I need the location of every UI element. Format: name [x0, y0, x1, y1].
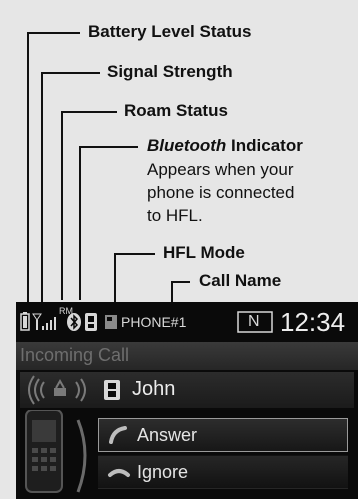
ignore-label: Ignore: [137, 462, 189, 482]
phone-name-icon: [105, 315, 117, 329]
answer-button[interactable]: Answer: [98, 418, 348, 452]
bluetooth-leader: [79, 146, 138, 300]
answer-icon: [109, 426, 127, 444]
hfl-mode-icon: [85, 313, 97, 331]
bluetooth-desc-line-1: Appears when your: [147, 160, 294, 179]
caller-name: John: [132, 378, 176, 400]
diagram-frame: Battery Level Status Signal Strength Roa…: [0, 0, 358, 499]
incoming-call-header: Incoming Call: [20, 345, 130, 365]
roam-label: Roam Status: [124, 101, 228, 120]
bluetooth-label-rest: Indicator: [226, 136, 303, 155]
roam-leader: [61, 111, 117, 300]
bluetooth-label: Bluetooth Indicator: [147, 136, 303, 156]
hfl-screen: RM PHONE#1 N 12:34 Incoming Call John An…: [16, 302, 358, 499]
answer-label: Answer: [137, 425, 198, 445]
contact-card-icon: [104, 380, 120, 400]
ignore-button[interactable]: Ignore: [98, 455, 348, 489]
bluetooth-description: Appears when your phone is connected to …: [147, 158, 294, 227]
signal-leader: [41, 72, 100, 302]
ignore-icon: [108, 469, 130, 477]
incoming-call-bar: Incoming Call: [16, 342, 358, 370]
mode-badge: N: [248, 313, 260, 330]
call-name-label: Call Name: [199, 271, 282, 290]
bluetooth-label-italic: Bluetooth: [147, 136, 227, 155]
roam-indicator: RM: [59, 306, 73, 316]
signal-icon: [32, 313, 56, 330]
phone-name: PHONE#1: [121, 314, 187, 330]
battery-icon: [20, 312, 30, 331]
ringing-icon: [28, 375, 86, 405]
battery-label: Battery Level Status: [88, 22, 252, 41]
caller-row: John: [20, 372, 354, 408]
bluetooth-desc-line-3: to HFL.: [147, 206, 203, 225]
bluetooth-desc-line-2: phone is connected: [147, 183, 295, 202]
phone-handset-icon: [25, 410, 87, 493]
hfl-mode-label: HFL Mode: [163, 243, 245, 262]
signal-label: Signal Strength: [107, 62, 233, 81]
clock: 12:34: [280, 307, 346, 337]
